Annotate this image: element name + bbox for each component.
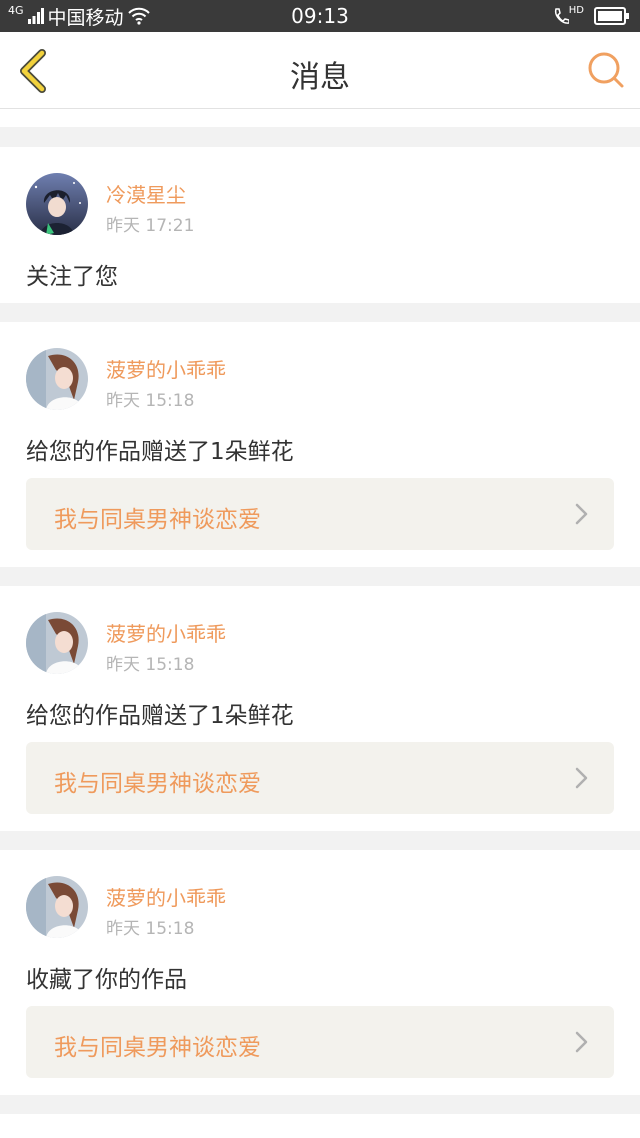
work-title: 我与同桌男神谈恋爱 — [54, 1035, 261, 1061]
work-title: 我与同桌男神谈恋爱 — [54, 771, 261, 797]
avatar[interactable] — [26, 348, 88, 410]
status-bar: 4G 中国移动 09:13 HD — [0, 0, 640, 32]
chevron-right-icon — [575, 503, 588, 525]
timestamp: 昨天 15:18 — [106, 919, 195, 939]
chevron-right-icon — [575, 1031, 588, 1053]
clock: 09:13 — [291, 4, 349, 28]
work-link[interactable]: 我与同桌男神谈恋爱 — [26, 742, 614, 814]
username[interactable]: 冷漠星尘 — [106, 179, 186, 208]
avatar[interactable] — [26, 612, 88, 674]
work-title: 我与同桌男神谈恋爱 — [54, 507, 261, 533]
message-card[interactable]: 菠萝的小乖乖 昨天 15:18 给您的作品赠送了1朵鲜花 我与同桌男神谈恋爱 — [0, 322, 640, 567]
chevron-right-icon — [575, 767, 588, 789]
message-card[interactable]: 菠萝的小乖乖 昨天 15:18 收藏了你的作品 我与同桌男神谈恋爱 — [0, 850, 640, 1095]
avatar[interactable] — [26, 173, 88, 235]
list-top-divider — [0, 109, 640, 127]
message-text: 关注了您 — [26, 264, 118, 290]
battery-icon — [594, 7, 629, 25]
hd-call-icon: HD — [553, 4, 584, 25]
page-title: 消息 — [290, 60, 350, 95]
username[interactable]: 菠萝的小乖乖 — [106, 882, 226, 911]
timestamp: 昨天 17:21 — [106, 216, 195, 236]
search-icon — [588, 52, 624, 88]
message-text: 给您的作品赠送了1朵鲜花 — [26, 439, 294, 465]
username[interactable]: 菠萝的小乖乖 — [106, 618, 226, 647]
work-link[interactable]: 我与同桌男神谈恋爱 — [26, 478, 614, 550]
timestamp: 昨天 15:18 — [106, 391, 195, 411]
work-link[interactable]: 我与同桌男神谈恋爱 — [26, 1006, 614, 1078]
hd-badge: HD — [568, 4, 584, 16]
avatar[interactable] — [26, 876, 88, 938]
search-button[interactable] — [586, 50, 626, 90]
message-text: 收藏了你的作品 — [26, 967, 187, 993]
message-text: 给您的作品赠送了1朵鲜花 — [26, 703, 294, 729]
nav-header: 消息 — [0, 32, 640, 109]
username[interactable]: 菠萝的小乖乖 — [106, 354, 226, 383]
next-card-edge — [0, 1114, 640, 1138]
message-card[interactable]: 菠萝的小乖乖 昨天 15:18 给您的作品赠送了1朵鲜花 我与同桌男神谈恋爱 — [0, 586, 640, 831]
message-card[interactable]: 冷漠星尘 昨天 17:21 关注了您 — [0, 147, 640, 303]
timestamp: 昨天 15:18 — [106, 655, 195, 675]
